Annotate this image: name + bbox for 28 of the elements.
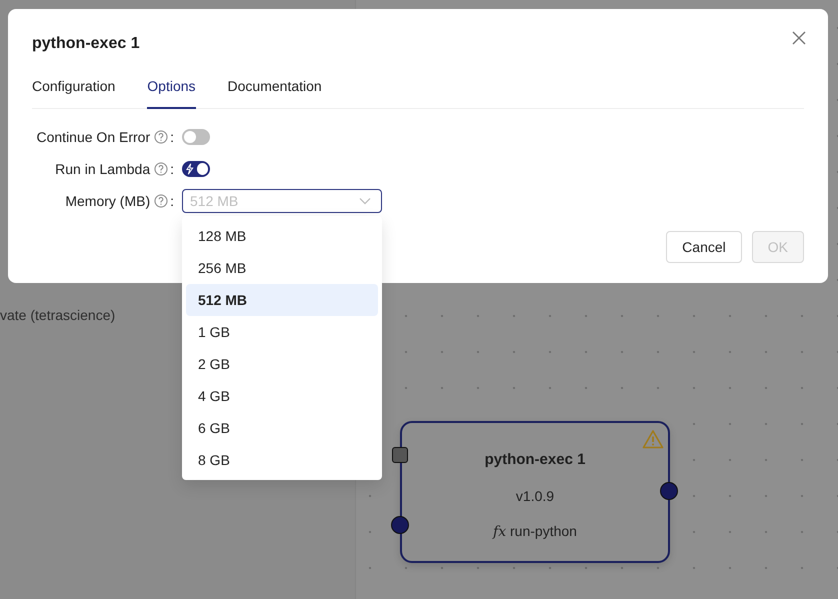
close-button[interactable] xyxy=(790,29,808,47)
tab[interactable]: Options xyxy=(147,76,196,109)
toggle-switch[interactable] xyxy=(182,161,210,177)
label-colon: : xyxy=(170,192,174,210)
node-title: python-exec 1 xyxy=(484,450,586,470)
field-label: Memory (MB) xyxy=(65,192,150,211)
input-port[interactable] xyxy=(391,516,409,534)
dialog-title: python-exec 1 xyxy=(32,34,140,54)
panel-text: vate (tetrascience) xyxy=(0,306,116,325)
field-label: Continue On Error xyxy=(36,128,150,146)
help-icon[interactable] xyxy=(154,194,168,208)
cancel-button[interactable]: Cancel xyxy=(666,231,742,263)
toggle-switch[interactable] xyxy=(182,129,210,145)
input-port[interactable] xyxy=(392,447,408,463)
node-card[interactable]: python-exec 1 v1.0.9 fx run-python xyxy=(400,421,670,563)
tab[interactable]: Documentation xyxy=(228,76,322,109)
help-icon[interactable] xyxy=(154,162,168,176)
help-icon[interactable] xyxy=(154,130,168,144)
node-function: fx run-python xyxy=(493,522,577,542)
dropdown-option[interactable]: 512 MB xyxy=(186,284,378,316)
label-colon: : xyxy=(170,128,174,146)
field-label: Run in Lambda xyxy=(55,160,150,178)
lightning-icon xyxy=(185,163,195,175)
chevron-icon xyxy=(359,197,371,205)
node-version: v1.0.9 xyxy=(516,486,554,506)
label-colon: : xyxy=(170,160,174,178)
output-port[interactable] xyxy=(660,482,678,500)
tab[interactable]: Configuration xyxy=(32,76,116,109)
